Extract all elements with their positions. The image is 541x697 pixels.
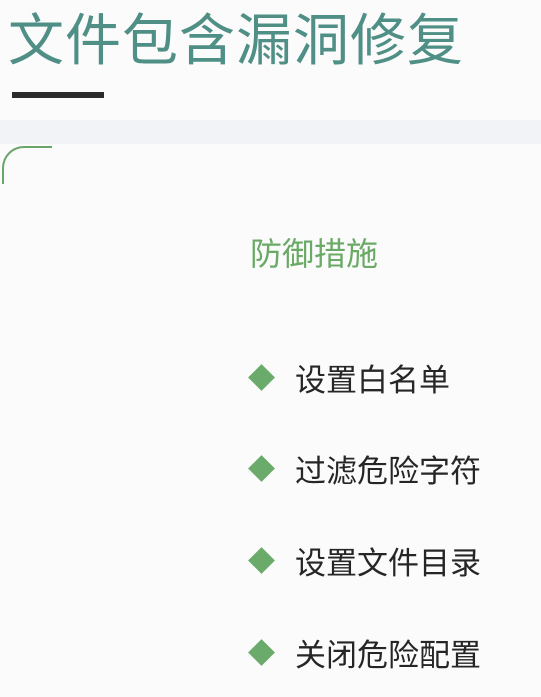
list-item: 设置白名单 bbox=[248, 355, 450, 399]
list-item-label: 设置文件目录 bbox=[295, 545, 481, 582]
corner-decoration bbox=[2, 146, 52, 184]
header: 文件包含漏洞修复 bbox=[0, 0, 541, 120]
title-underline bbox=[12, 92, 104, 98]
list-item-label: 关闭危险配置 bbox=[295, 637, 481, 674]
list-item-label: 设置白名单 bbox=[295, 362, 450, 399]
diamond-bullet-icon bbox=[248, 454, 275, 482]
list-item-label: 过滤危险字符 bbox=[295, 453, 481, 490]
diamond-bullet-icon bbox=[248, 546, 275, 574]
list-item: 关闭危险配置 bbox=[248, 630, 481, 674]
list-item: 设置文件目录 bbox=[248, 538, 481, 582]
section-title: 防御措施 bbox=[250, 235, 379, 273]
header-band bbox=[0, 120, 541, 144]
list-item: 过滤危险字符 bbox=[248, 446, 481, 490]
page-title: 文件包含漏洞修复 bbox=[8, 9, 464, 74]
diamond-bullet-icon bbox=[248, 638, 275, 666]
content-panel bbox=[0, 144, 541, 697]
diamond-bullet-icon bbox=[248, 363, 275, 391]
